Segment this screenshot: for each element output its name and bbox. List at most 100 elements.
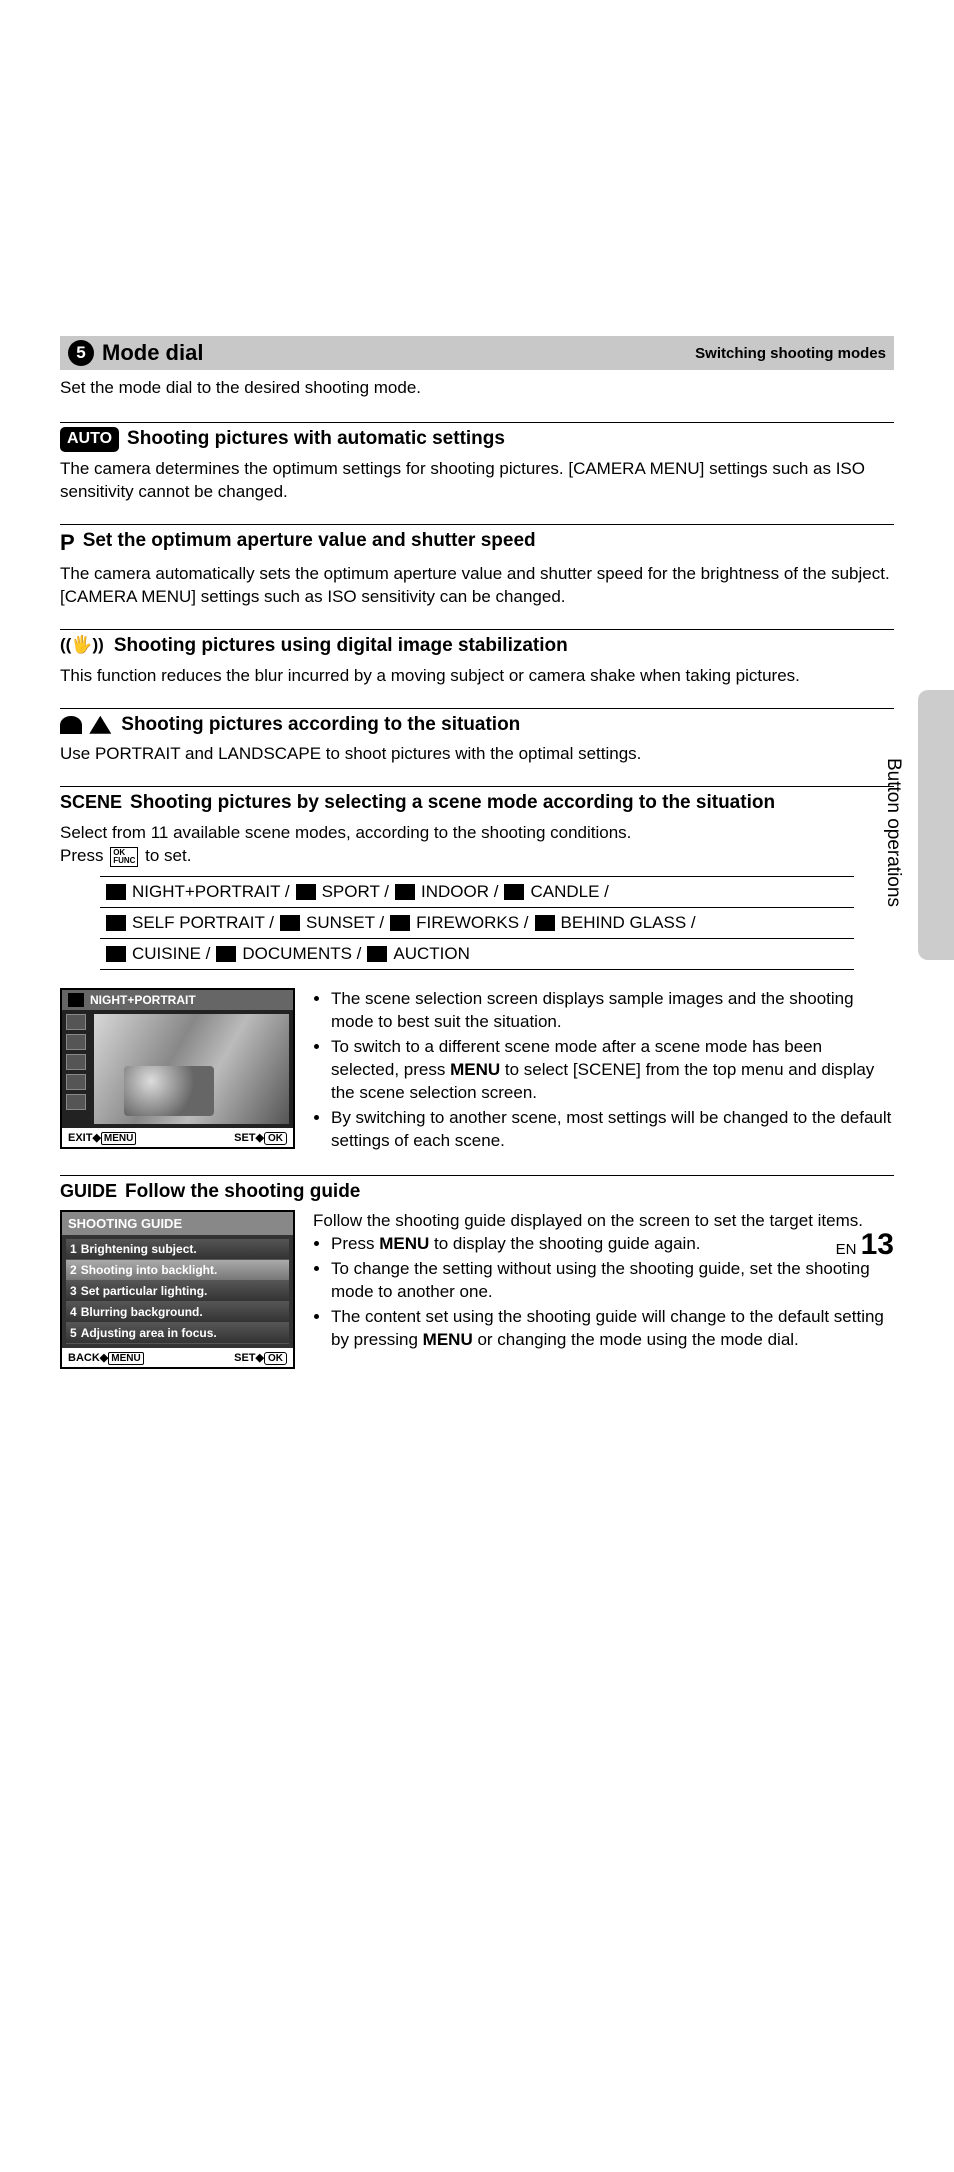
scene-row-2: SELF PORTRAIT / SUNSET / FIREWORKS / BEH…	[100, 908, 854, 939]
guide-badge: GUIDE	[60, 1180, 117, 1203]
guide-item-number: 5	[70, 1326, 77, 1340]
lcd-body	[62, 1010, 293, 1128]
landscape-icon	[89, 716, 111, 734]
guide-item-number: 2	[70, 1263, 77, 1277]
p-body: The camera automatically sets the optimu…	[60, 563, 894, 609]
guide-item-label: Blurring background.	[81, 1305, 203, 1319]
guide-panel-body: 1 Brightening subject. 2 Shooting into back…	[62, 1235, 293, 1348]
scene-lcd-panel: NIGHT+PORTRAIT EXIT◆MENU SET◆OK	[60, 988, 295, 1149]
bullet-item: The content set using the shooting guide…	[331, 1306, 894, 1352]
page-content: 5 Mode dial Switching shooting modes Set…	[0, 0, 954, 1429]
intro-text: Set the mode dial to the desired shootin…	[60, 378, 894, 398]
section-stabilization: ((🖐)) Shooting pictures using digital im…	[60, 629, 894, 688]
cuisine-icon	[106, 946, 126, 962]
indoor-icon	[395, 884, 415, 900]
scene-mode-list: NIGHT+PORTRAIT / SPORT / INDOOR / CANDLE…	[100, 876, 854, 970]
lcd-title-text: NIGHT+PORTRAIT	[90, 993, 196, 1007]
stabilization-body: This function reduces the blur incurred …	[60, 665, 894, 688]
exit-text: EXIT	[68, 1132, 92, 1144]
page-number-value: 13	[861, 1228, 894, 1261]
guide-menu-item: 1 Brightening subject.	[66, 1239, 289, 1260]
section-auto: AUTO Shooting pictures with automatic se…	[60, 422, 894, 504]
portrait-icon	[60, 716, 82, 734]
lcd-title-bar: NIGHT+PORTRAIT	[62, 990, 293, 1010]
guide-panel-title: SHOOTING GUIDE	[62, 1212, 293, 1235]
stabilization-icon: ((🖐))	[60, 634, 104, 656]
guide-item-label: Set particular lighting.	[81, 1284, 208, 1298]
scene-label: SUNSET /	[306, 913, 384, 933]
scene-label: CANDLE /	[530, 882, 608, 902]
guide-footer: BACK◆MENU SET◆OK	[62, 1348, 293, 1367]
ok-box-icon: OK	[264, 1352, 287, 1365]
guide-item-label: Shooting into backlight.	[81, 1263, 218, 1277]
scene-label: NIGHT+PORTRAIT /	[132, 882, 290, 902]
section-scene: SCENE Shooting pictures by selecting a s…	[60, 786, 894, 1154]
sport-icon	[296, 884, 316, 900]
menu-box-icon: MENU	[101, 1132, 136, 1145]
auto-body: The camera determines the optimum settin…	[60, 458, 894, 504]
scene-detail-row: NIGHT+PORTRAIT EXIT◆MENU SET◆OK	[60, 988, 894, 1155]
ok-func-button-icon: OK FUNC	[110, 847, 138, 867]
sunset-icon	[280, 915, 300, 931]
set-text: SET	[234, 1352, 255, 1364]
scene-body2-pre: Press	[60, 846, 108, 865]
lcd-sample-image	[94, 1014, 289, 1124]
lcd-mode-icon	[68, 993, 84, 1007]
guide-item-label: Brightening subject.	[81, 1242, 197, 1256]
scene-body2: Press OK FUNC to set.	[60, 845, 894, 868]
behind-glass-icon	[535, 915, 555, 931]
guide-heading: Follow the shooting guide	[125, 1180, 360, 1205]
pl-heading: Shooting pictures according to the situa…	[121, 713, 520, 738]
bullet-item: By switching to another scene, most sett…	[331, 1107, 894, 1153]
ok-box-icon: OK	[264, 1132, 287, 1145]
scene-body1: Select from 11 available scene modes, ac…	[60, 822, 894, 845]
guide-item-number: 4	[70, 1305, 77, 1319]
scene-row-1: NIGHT+PORTRAIT / SPORT / INDOOR / CANDLE…	[100, 876, 854, 908]
set-text: SET	[234, 1132, 255, 1144]
menu-box-icon: MENU	[108, 1352, 143, 1365]
pl-body: Use PORTRAIT and LANDSCAPE to shoot pict…	[60, 743, 894, 766]
section-p: P Set the optimum aperture value and shu…	[60, 524, 894, 609]
bullet-item: The scene selection screen displays samp…	[331, 988, 894, 1034]
scene-label: DOCUMENTS /	[242, 944, 361, 964]
scene-row-3: CUISINE / DOCUMENTS / AUCTION	[100, 939, 854, 970]
self-portrait-icon	[106, 915, 126, 931]
candle-icon	[504, 884, 524, 900]
scene-label: BEHIND GLASS /	[561, 913, 696, 933]
side-section-label: Button operations	[882, 758, 904, 907]
documents-icon	[216, 946, 236, 962]
auction-icon	[367, 946, 387, 962]
guide-set-label: SET◆OK	[234, 1351, 287, 1364]
section-guide: GUIDE Follow the shooting guide SHOOTING…	[60, 1175, 894, 1370]
lcd-side-icon	[66, 1074, 86, 1090]
scene-label: CUISINE /	[132, 944, 210, 964]
night-portrait-icon	[106, 884, 126, 900]
guide-menu-item: 3 Set particular lighting.	[66, 1281, 289, 1302]
guide-text-column: Follow the shooting guide displayed on t…	[313, 1210, 894, 1354]
lcd-side-icon	[66, 1094, 86, 1110]
bullet-item: To switch to a different scene mode afte…	[331, 1036, 894, 1105]
scene-bullets: The scene selection screen displays samp…	[313, 988, 894, 1155]
guide-menu-item: 2 Shooting into backlight.	[66, 1260, 289, 1281]
guide-bullets: Press MENU to display the shooting guide…	[313, 1233, 894, 1352]
guide-menu-item: 4 Blurring background.	[66, 1302, 289, 1323]
lcd-side-icon	[66, 1014, 86, 1030]
auto-heading: Shooting pictures with automatic setting…	[127, 427, 505, 452]
bullet-item: Press MENU to display the shooting guide…	[331, 1233, 894, 1256]
lcd-side-icon	[66, 1054, 86, 1070]
lcd-side-icon	[66, 1034, 86, 1050]
page-number: EN 13	[836, 1228, 894, 1262]
stabilization-heading: Shooting pictures using digital image st…	[114, 634, 568, 659]
step-number-icon: 5	[68, 340, 94, 366]
guide-lcd-panel: SHOOTING GUIDE 1 Brightening subject. 2 Sho…	[60, 1210, 295, 1369]
header-title: Mode dial	[102, 340, 203, 366]
portrait-landscape-icons	[60, 713, 113, 738]
scene-label: AUCTION	[393, 944, 470, 964]
guide-item-number: 3	[70, 1284, 77, 1298]
guide-back-label: BACK◆MENU	[68, 1351, 144, 1364]
guide-item-number: 1	[70, 1242, 77, 1256]
func-label: FUNC	[113, 857, 135, 865]
section-header-bar: 5 Mode dial Switching shooting modes	[60, 336, 894, 370]
lcd-set-label: SET◆OK	[234, 1131, 287, 1144]
fireworks-icon	[390, 915, 410, 931]
